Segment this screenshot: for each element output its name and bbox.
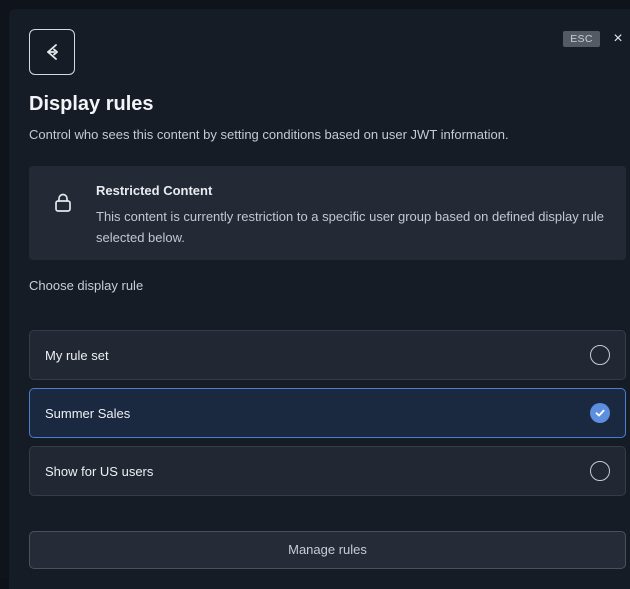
rule-option-show-for-us-users[interactable]: Show for US users — [29, 446, 626, 496]
notice-body: This content is currently restriction to… — [96, 209, 604, 245]
rule-option-label: Summer Sales — [45, 406, 131, 421]
rule-option-label: Show for US users — [45, 464, 154, 479]
lock-icon — [53, 192, 73, 214]
radio-unchecked-icon[interactable] — [590, 461, 610, 481]
close-icon[interactable]: × — [608, 29, 628, 49]
rule-option-my-rule-set[interactable]: My rule set — [29, 330, 626, 380]
page-title: Display rules — [29, 93, 154, 115]
radio-unchecked-icon[interactable] — [590, 345, 610, 365]
esc-badge[interactable]: ESC — [563, 31, 600, 47]
choose-rule-label: Choose display rule — [29, 278, 144, 293]
restricted-content-notice: Restricted Content This content is curre… — [29, 166, 626, 260]
rule-option-label: My rule set — [45, 348, 109, 363]
radio-checked-icon[interactable] — [590, 403, 610, 423]
share-nodes-icon — [29, 29, 75, 75]
manage-rules-button[interactable]: Manage rules — [29, 531, 626, 569]
page-subtitle: Control who sees this content by setting… — [29, 127, 509, 142]
notice-title: Restricted Content — [96, 183, 213, 198]
rule-option-summer-sales[interactable]: Summer Sales — [29, 388, 626, 438]
